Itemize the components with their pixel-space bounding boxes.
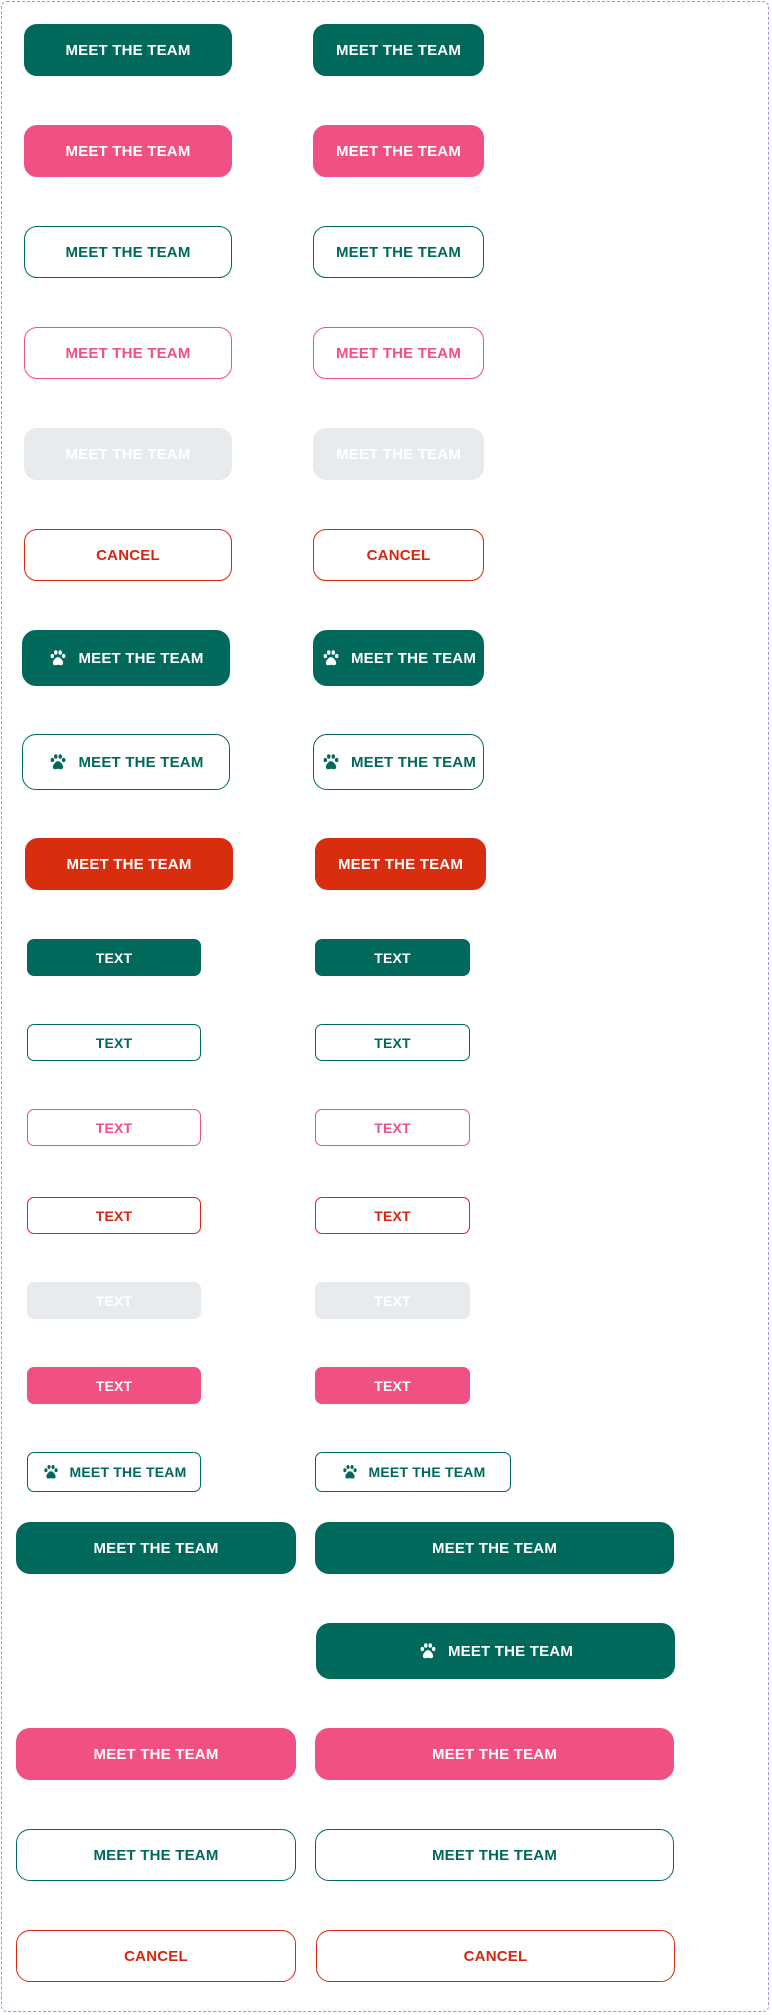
meet-team-button-pink[interactable]: MEET THE TEAM <box>24 125 232 177</box>
meet-team-button-red[interactable]: MEET THE TEAM <box>25 838 233 890</box>
button-label: CANCEL <box>96 546 160 564</box>
meet-team-wide-button-teal[interactable]: MEET THE TEAM <box>315 1522 674 1574</box>
meet-team-wide-button-pink[interactable]: MEET THE TEAM <box>16 1728 296 1780</box>
button-label: TEXT <box>374 1292 411 1309</box>
button-showcase-frame <box>1 1 769 2012</box>
paw-icon <box>418 1641 438 1661</box>
meet-team-button-pink-outline[interactable]: MEET THE TEAM <box>24 327 232 379</box>
paw-icon <box>341 1463 359 1481</box>
button-label: TEXT <box>95 1292 133 1309</box>
button-label: MEET THE TEAM <box>93 1745 219 1763</box>
button-label: TEXT <box>374 949 411 966</box>
text-button-teal[interactable]: TEXT <box>315 939 470 976</box>
meet-team-icon-button-teal-outline[interactable]: MEET THE TEAM <box>313 734 484 790</box>
button-label: MEET THE TEAM <box>335 142 462 160</box>
paw-icon <box>321 752 341 772</box>
button-label: MEET THE TEAM <box>350 649 477 667</box>
button-label: MEET THE TEAM <box>447 1642 574 1660</box>
button-label: MEET THE TEAM <box>431 1539 558 1557</box>
button-label: TEXT <box>374 1377 411 1394</box>
button-label: TEXT <box>95 1207 133 1224</box>
meet-team-wide-button-teal-outline[interactable]: MEET THE TEAM <box>16 1829 296 1881</box>
button-label: TEXT <box>374 1207 411 1224</box>
text-button-disabled: TEXT <box>27 1282 201 1319</box>
cancel-wide-button[interactable]: CANCEL <box>16 1930 296 1982</box>
text-button-red-outline[interactable]: TEXT <box>27 1197 201 1234</box>
text-button-teal-outline[interactable]: TEXT <box>27 1024 201 1061</box>
button-label: MEET THE TEAM <box>431 1745 558 1763</box>
cancel-button[interactable]: CANCEL <box>313 529 484 581</box>
button-label: MEET THE TEAM <box>65 142 191 160</box>
button-label: MEET THE TEAM <box>431 1846 558 1864</box>
text-button-pink-outline[interactable]: TEXT <box>315 1109 470 1146</box>
meet-team-small-icon-button[interactable]: MEET THE TEAM <box>315 1452 511 1492</box>
meet-team-button-disabled: MEET THE TEAM <box>24 428 232 480</box>
button-label: MEET THE TEAM <box>69 1464 187 1480</box>
button-label: MEET THE TEAM <box>335 243 462 261</box>
cancel-wide-button[interactable]: CANCEL <box>316 1930 675 1982</box>
button-label: MEET THE TEAM <box>65 41 191 59</box>
text-button-disabled: TEXT <box>315 1282 470 1319</box>
meet-team-button-teal[interactable]: MEET THE TEAM <box>24 24 232 76</box>
button-label: TEXT <box>95 1034 133 1051</box>
button-label: TEXT <box>95 1377 133 1394</box>
meet-team-wide-button-teal[interactable]: MEET THE TEAM <box>16 1522 296 1574</box>
meet-team-icon-button-teal[interactable]: MEET THE TEAM <box>22 630 230 686</box>
meet-team-wide-icon-button-teal[interactable]: MEET THE TEAM <box>316 1623 675 1679</box>
text-button-pink[interactable]: TEXT <box>27 1367 201 1404</box>
meet-team-wide-button-teal-outline[interactable]: MEET THE TEAM <box>315 1829 674 1881</box>
button-label: MEET THE TEAM <box>335 344 462 362</box>
button-label: MEET THE TEAM <box>350 753 477 771</box>
meet-team-icon-button-teal[interactable]: MEET THE TEAM <box>313 630 484 686</box>
button-label: CANCEL <box>463 1947 528 1965</box>
paw-icon <box>48 752 68 772</box>
button-label: MEET THE TEAM <box>65 445 191 463</box>
meet-team-wide-button-pink[interactable]: MEET THE TEAM <box>315 1728 674 1780</box>
text-button-teal[interactable]: TEXT <box>27 939 201 976</box>
button-label: MEET THE TEAM <box>337 855 464 873</box>
meet-team-button-disabled: MEET THE TEAM <box>313 428 484 480</box>
meet-team-button-pink-outline[interactable]: MEET THE TEAM <box>313 327 484 379</box>
button-label: MEET THE TEAM <box>93 1539 219 1557</box>
text-button-teal-outline[interactable]: TEXT <box>315 1024 470 1061</box>
text-button-pink-outline[interactable]: TEXT <box>27 1109 201 1146</box>
button-label: MEET THE TEAM <box>66 855 192 873</box>
button-label: MEET THE TEAM <box>78 753 204 771</box>
meet-team-button-teal-outline[interactable]: MEET THE TEAM <box>313 226 484 278</box>
button-label: CANCEL <box>124 1947 188 1965</box>
meet-team-button-teal-outline[interactable]: MEET THE TEAM <box>24 226 232 278</box>
button-label: TEXT <box>374 1034 411 1051</box>
paw-icon <box>48 648 68 668</box>
button-label: CANCEL <box>366 546 431 564</box>
button-label: TEXT <box>95 1119 133 1136</box>
text-button-pink[interactable]: TEXT <box>315 1367 470 1404</box>
button-label: TEXT <box>374 1119 411 1136</box>
button-label: MEET THE TEAM <box>335 41 462 59</box>
meet-team-button-pink[interactable]: MEET THE TEAM <box>313 125 484 177</box>
button-label: MEET THE TEAM <box>65 344 191 362</box>
button-label: MEET THE TEAM <box>65 243 191 261</box>
button-label: TEXT <box>95 949 133 966</box>
meet-team-icon-button-teal-outline[interactable]: MEET THE TEAM <box>22 734 230 790</box>
button-label: MEET THE TEAM <box>78 649 204 667</box>
text-button-red-outline[interactable]: TEXT <box>315 1197 470 1234</box>
button-label: MEET THE TEAM <box>368 1464 486 1480</box>
meet-team-small-icon-button[interactable]: MEET THE TEAM <box>27 1452 201 1492</box>
button-label: MEET THE TEAM <box>93 1846 219 1864</box>
paw-icon <box>42 1463 60 1481</box>
meet-team-button-teal[interactable]: MEET THE TEAM <box>313 24 484 76</box>
paw-icon <box>321 648 341 668</box>
meet-team-button-red[interactable]: MEET THE TEAM <box>315 838 486 890</box>
cancel-button[interactable]: CANCEL <box>24 529 232 581</box>
button-label: MEET THE TEAM <box>335 445 462 463</box>
